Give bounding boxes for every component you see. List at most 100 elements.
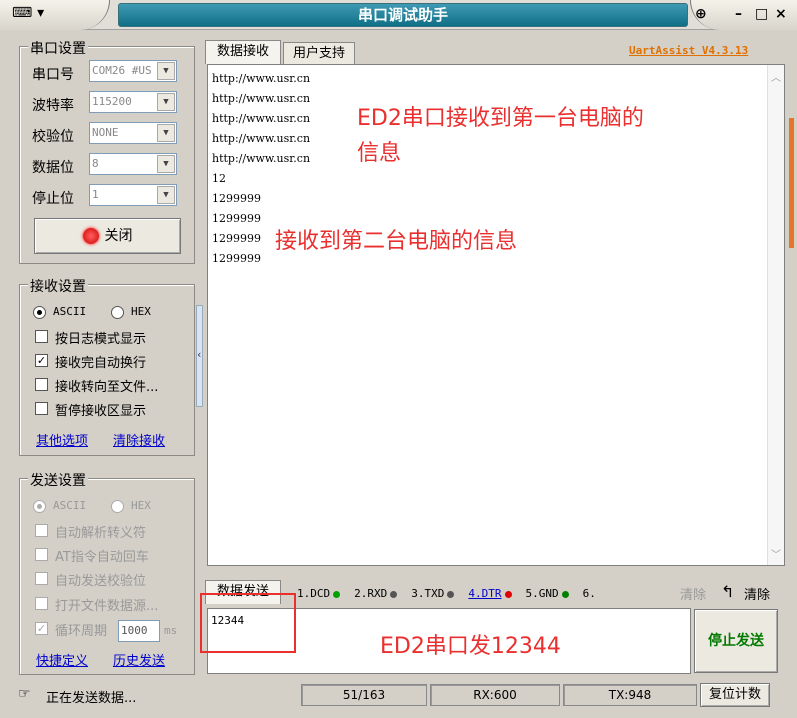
open-close-port-button[interactable]: 关闭 [34,218,181,254]
clear-arrow-icon: ↰ [721,582,735,601]
recv-hex-label: HEX [131,305,151,318]
reset-count-button[interactable]: 复位计数 [700,683,770,707]
receive-line: http://www.usr.cn [212,152,311,165]
open-close-port-label: 关闭 [104,228,133,244]
receive-line: http://www.usr.cn [212,92,311,105]
chevron-left-icon: ‹ [197,348,202,361]
txd-label: 3.TXD [411,587,445,600]
send-file-source-label: 打开文件数据源... [55,599,159,614]
tab-receive[interactable]: 数据接收 [205,40,281,64]
hand-pointer-icon: ☞ [18,686,31,702]
recv-log-mode-label: 按日志模式显示 [55,332,147,347]
recv-log-mode-checkbox[interactable] [35,330,48,343]
rxd-label: 2.RXD [354,587,388,600]
stopbits-label: 停止位 [32,191,74,207]
serial-settings-title: 串口设置 [28,38,88,58]
clear-send-disabled-button[interactable]: 清除 [680,584,706,603]
receive-line: http://www.usr.cn [212,112,311,125]
recv-ascii-radio[interactable] [33,306,46,319]
loop-period-value: 1000 [121,624,148,637]
edge-marker [789,118,794,248]
title-bar-right: ⊕ – □ × [690,0,797,30]
recv-auto-newline-label: 接收完自动换行 [55,356,147,371]
send-ascii-radio[interactable] [33,500,46,513]
send-at-cr-checkbox[interactable] [35,548,48,561]
maximize-button[interactable]: □ [755,6,768,22]
recv-other-options-link[interactable]: 其他选项 [36,430,88,449]
chevron-down-icon: ▼ [157,155,175,173]
databits-label: 数据位 [32,160,74,176]
annotation-send: ED2串口发12344 [380,634,561,659]
scroll-down-icon[interactable]: ﹀ [771,546,781,561]
send-history-link[interactable]: 历史发送 [113,650,165,669]
send-checksum-checkbox[interactable] [35,572,48,585]
receive-line: 1299999 [212,212,261,225]
send-settings-title: 发送设置 [28,470,88,490]
send-file-source-checkbox[interactable] [35,597,48,610]
panel-splitter[interactable]: ‹ [196,305,203,407]
recv-auto-newline-checkbox[interactable]: ✓ [35,354,48,367]
send-at-cr-label: AT指令自动回车 [55,550,149,565]
status-rx: RX:600 [430,684,560,706]
parity-value: NONE [92,126,119,139]
port-status-icon [82,228,99,244]
annotation-first-pc-line2: 信息 [357,141,402,166]
app-menu-icon[interactable]: ⌨ ▾ [12,5,44,21]
receive-scrollbar[interactable]: ︿ ﹀ [767,65,784,565]
pin6-label: 6. [582,587,596,600]
receive-line: 12 [212,172,226,185]
stop-send-button[interactable]: 停止发送 [694,609,778,673]
scroll-up-icon[interactable]: ︿ [771,69,781,84]
gnd-led-icon [561,590,569,598]
tab-user-support[interactable]: 用户支持 [283,42,355,64]
signal-indicators: 1.DCD 2.RXD 3.TXD 4.DTR 5.GND 6. [297,587,596,600]
highlight-box [200,593,296,653]
databits-select[interactable]: 8 ▼ [89,153,177,175]
status-message: 正在发送数据... [46,691,137,706]
send-escape-checkbox[interactable] [35,524,48,537]
recv-ascii-label: ASCII [53,305,87,318]
recv-hex-radio[interactable] [111,306,124,319]
recv-pause-checkbox[interactable] [35,402,48,415]
recv-to-file-checkbox[interactable] [35,378,48,391]
chevron-down-icon: ▼ [157,124,175,142]
gnd-label: 5.GND [525,587,559,600]
receive-line: 1299999 [212,252,261,265]
port-select[interactable]: COM26 #US ▼ [89,60,177,82]
baud-select[interactable]: 115200 ▼ [89,91,177,113]
recv-to-file-label: 接收转向至文件... [55,380,159,395]
parity-label: 校验位 [32,129,74,145]
status-tx: TX:948 [563,684,697,706]
receive-line: 1299999 [212,232,261,245]
send-ascii-label: ASCII [53,499,87,512]
title-bar-left: ⌨ ▾ [0,0,110,30]
window-title: 串口调试助手 [118,3,688,27]
minimize-button[interactable]: – [735,6,742,22]
stopbits-select[interactable]: 1 ▼ [89,184,177,206]
stopbits-value: 1 [92,188,99,201]
send-loop-checkbox[interactable]: ✓ [35,622,48,635]
loop-period-unit: ms [164,624,178,637]
rxd-led-icon [390,590,398,598]
pin-icon[interactable]: ⊕ [695,6,707,22]
close-button[interactable]: × [775,6,787,22]
baud-value: 115200 [92,95,132,108]
quick-define-link[interactable]: 快捷定义 [36,650,88,669]
clear-send-button[interactable]: 清除 [744,584,770,603]
annotation-second-pc: 接收到第二台电脑的信息 [275,229,518,254]
receive-line: 1299999 [212,192,261,205]
loop-period-input[interactable]: 1000 [118,620,160,642]
recv-settings-title: 接收设置 [28,276,88,296]
version-link[interactable]: UartAssist V4.3.13 [629,44,748,57]
recv-pause-label: 暂停接收区显示 [55,404,147,419]
parity-select[interactable]: NONE ▼ [89,122,177,144]
chevron-down-icon: ▼ [157,93,175,111]
dtr-toggle[interactable]: 4.DTR [468,587,501,600]
port-label: 串口号 [32,67,74,83]
clear-receive-link[interactable]: 清除接收 [113,430,165,449]
receive-line: http://www.usr.cn [212,72,311,85]
dtr-led-icon [504,590,512,598]
send-hex-radio[interactable] [111,500,124,513]
receive-area[interactable]: http://www.usr.cn http://www.usr.cn http:/… [207,64,785,566]
databits-value: 8 [92,157,99,170]
